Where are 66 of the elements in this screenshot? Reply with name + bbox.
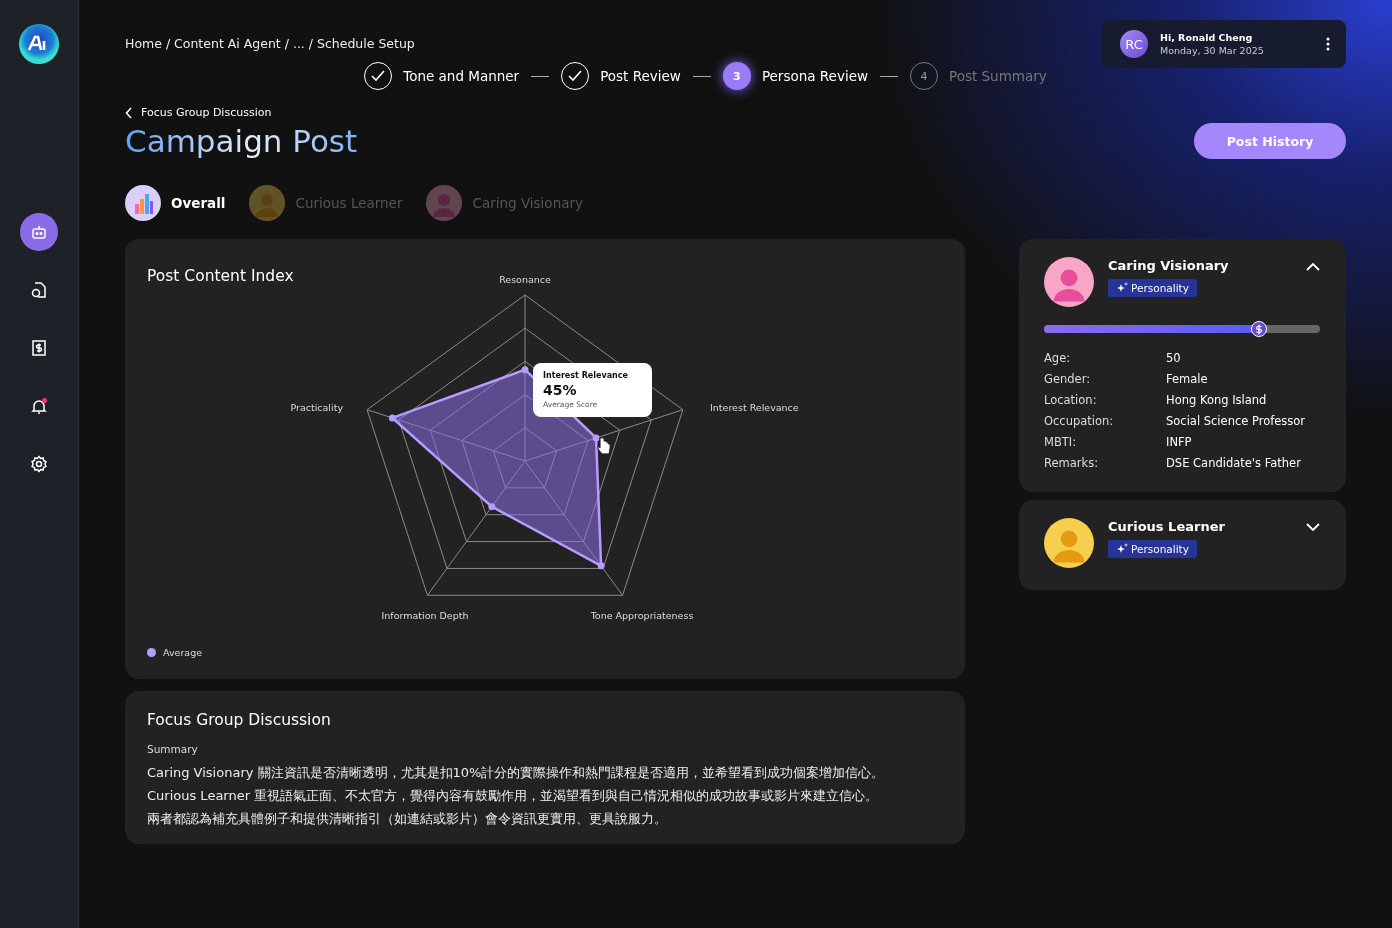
tooltip-value: 45% (543, 382, 578, 398)
breadcrumb[interactable]: Home / Content Ai Agent / ... / Schedule Setup (125, 36, 415, 51)
ai-logo (18, 23, 60, 65)
step-label: Tone and Manner (403, 68, 520, 84)
collapse-icon[interactable] (1306, 262, 1320, 271)
summary-label: Summary (147, 743, 199, 755)
detail-value: 50 (1166, 351, 1182, 365)
detail-value: Social Science Professor (1166, 414, 1307, 428)
bell-icon[interactable] (30, 397, 48, 415)
personality-tag: Personality (1108, 279, 1197, 297)
detail-value: Female (1166, 372, 1209, 386)
personality-tag: Personality (1108, 540, 1197, 558)
persona-tab[interactable]: Curious Learner (249, 185, 403, 221)
summary-text: Curious Learner 重視語氣正面、不太官方，覺得內容有鼓勵作用，並渴望看到與自己情況相似的成功故事或影片來建立信心。 (147, 787, 880, 805)
persona-avatar (249, 185, 286, 221)
persona-avatar (1044, 257, 1094, 307)
tooltip-title: Interest Relevance (543, 371, 629, 380)
back-chevron-icon[interactable] (125, 106, 133, 119)
pointer-cursor-icon (597, 437, 611, 455)
step-label: Post Summary (949, 68, 1047, 84)
detail-value: DSE Candidate's Father (1166, 456, 1302, 470)
user-avatar[interactable]: RC (1120, 30, 1148, 58)
slider-handle[interactable] (1251, 321, 1268, 337)
persona-tab[interactable]: Caring Visionary (426, 185, 583, 221)
post-history-button[interactable]: Post History (1194, 123, 1346, 159)
user-greeting: Hi, Ronald Cheng (1160, 32, 1254, 43)
detail-label: Occupation: (1044, 414, 1115, 428)
card-title: Focus Group Discussion (147, 711, 331, 729)
robot-icon[interactable] (20, 213, 58, 251)
detail-value: INFP (1166, 435, 1193, 449)
detail-label: Gender: (1044, 372, 1092, 386)
step-number: 3 (722, 62, 751, 90)
back-link[interactable]: Focus Group Discussion (141, 106, 272, 119)
axis-label: Resonance (499, 274, 551, 285)
persona-tab[interactable]: Overall (125, 185, 226, 221)
card-title: Post Content Index (146, 266, 294, 285)
settings-icon[interactable] (30, 455, 48, 473)
expand-icon[interactable] (1306, 523, 1320, 532)
more-icon[interactable] (1326, 37, 1330, 51)
bar-chart-icon (125, 185, 161, 221)
summary-text: 兩者都認為補充具體例子和提供清晰指引（如連結或影片）會令資訊更實用、更具說服力。 (147, 810, 668, 828)
axis-label: Practicality (290, 402, 343, 413)
detail-label: Remarks: (1044, 456, 1100, 470)
step-label: Persona Review (761, 68, 868, 84)
persona-tab-label: Overall (171, 195, 226, 211)
summary-text: Caring Visionary 關注資訊是否清晰透明，尤其是扣10%計分的實際操作和熱門課程是否適用，並希望看到成功個案增加信心。 (147, 764, 886, 782)
detail-label: MBTI: (1044, 435, 1078, 449)
step-label: Post Review (600, 68, 681, 84)
detail-label: Age: (1044, 351, 1072, 365)
axis-label: Interest Relevance (710, 402, 799, 413)
document-icon[interactable] (30, 281, 48, 299)
persona-avatar (1044, 518, 1094, 568)
invoice-icon[interactable] (30, 339, 48, 357)
axis-label: Information Depth (381, 610, 469, 621)
sparkle-icon (1116, 282, 1128, 294)
axis-label: Tone Appropriateness (590, 610, 694, 621)
detail-label: Location: (1044, 393, 1098, 407)
persona-avatar (426, 185, 463, 221)
detail-value: Hong Kong Island (1166, 393, 1268, 407)
persona-name: Caring Visionary (1108, 258, 1230, 273)
sparkle-icon (1116, 543, 1128, 555)
legend-label: Average (163, 647, 202, 658)
persona-name: Curious Learner (1108, 519, 1226, 534)
user-date: Monday, 30 Mar 2025 (1160, 45, 1265, 56)
persona-tab-label: Curious Learner (295, 195, 403, 211)
persona-tab-label: Caring Visionary (472, 195, 583, 211)
